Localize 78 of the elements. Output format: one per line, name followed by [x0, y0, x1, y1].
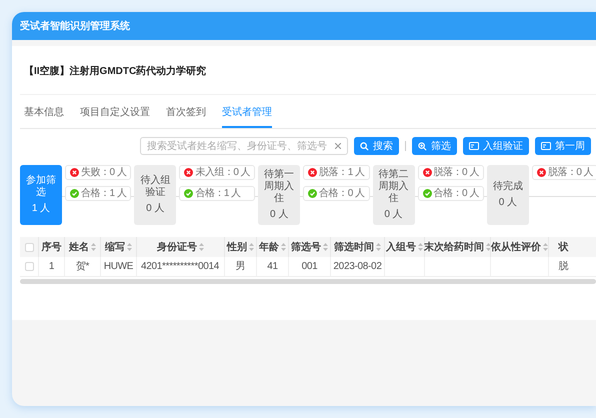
tab[interactable]: 项目自定义设置	[80, 99, 150, 128]
check-circle-icon	[308, 189, 318, 198]
sort-icon[interactable]	[376, 243, 381, 251]
status-pill: 合格：1 人	[65, 186, 132, 201]
x-circle-icon	[308, 168, 318, 177]
stage-card[interactable]: 待入组验证 0 人	[134, 165, 176, 225]
sort-icon[interactable]	[486, 243, 491, 251]
x-circle-icon	[422, 168, 432, 177]
status-pill: 脱落：0 人	[532, 165, 596, 180]
table-cell-text: 脱	[558, 260, 568, 274]
sort-icon[interactable]	[281, 243, 286, 251]
table-cell-text: 2023-08-02	[333, 260, 382, 274]
stage-name: 待完成	[492, 181, 523, 193]
table-cell-text: 男	[236, 260, 246, 274]
checkbox[interactable]	[24, 262, 34, 271]
table-cell-text: 1	[48, 260, 54, 274]
sort-icon[interactable]	[323, 243, 328, 251]
check-circle-icon	[422, 189, 432, 198]
id-card-icon	[541, 142, 551, 150]
stage-count: 0 人	[498, 197, 518, 209]
status-pill: 合格：0 人	[303, 186, 370, 201]
x-circle-icon	[70, 168, 79, 177]
table-cell-text: 001	[302, 260, 318, 274]
sort-icon[interactable]	[418, 243, 423, 251]
check-circle-icon	[184, 189, 194, 198]
stage-card[interactable]: 待第二周期入住 0 人	[372, 165, 415, 225]
stage-name: 参加筛选	[25, 175, 57, 199]
stage-count: 1 人	[32, 203, 50, 215]
app-title: 受试者智能识别管理系统	[20, 20, 130, 34]
column-header[interactable]: 姓名	[69, 240, 89, 254]
table-cell-text: 4201**********0014	[141, 260, 220, 274]
stage-name: 待入组验证	[139, 175, 172, 199]
checkbox[interactable]	[24, 242, 34, 252]
status-pill: 未入组：0 人	[179, 165, 256, 180]
id-card-icon	[469, 142, 479, 150]
column-header[interactable]: 末次给药时间	[424, 240, 484, 254]
column-header[interactable]: 入组号	[386, 240, 416, 254]
stage-count: 0 人	[384, 209, 403, 221]
search-icon	[360, 142, 369, 150]
status-pill: 合格：1 人	[179, 186, 256, 201]
status-pill: 合格：0 人	[418, 186, 484, 201]
stage-count: 0 人	[146, 203, 165, 215]
status-pill: 脱落：1 人	[303, 165, 370, 180]
column-header[interactable]: 性别	[227, 240, 247, 254]
column-header[interactable]: 依从性评价	[491, 240, 541, 254]
status-pill: 失败：0 人	[65, 165, 132, 180]
status-pill: 脱落：0 人	[418, 165, 484, 180]
tab[interactable]: 基本信息	[24, 99, 64, 128]
check-circle-icon	[70, 189, 79, 198]
stage-count: 0 人	[270, 209, 288, 221]
x-circle-icon	[536, 168, 546, 177]
sort-icon[interactable]	[199, 243, 204, 251]
column-header: 状	[558, 240, 568, 254]
column-header: 序号	[42, 240, 62, 254]
tab[interactable]: 受试者管理	[222, 99, 272, 128]
column-header[interactable]: 身份证号	[157, 240, 197, 254]
stage-name: 待第一周期入住	[263, 169, 296, 205]
stage-name: 待第二周期入住	[378, 169, 410, 205]
table-cell-text: 贺*	[76, 260, 90, 274]
sort-icon[interactable]	[127, 243, 132, 251]
sort-icon[interactable]	[543, 243, 548, 251]
zoom-in-icon	[418, 142, 427, 150]
horizontal-scrollbar[interactable]	[20, 279, 596, 284]
stage-card[interactable]: 待第一周期入住 0 人	[258, 165, 300, 225]
tab[interactable]: 首次签到	[166, 99, 206, 128]
column-header[interactable]: 筛选号	[291, 240, 321, 254]
sort-icon[interactable]	[91, 243, 96, 251]
stage-card[interactable]: 待完成 0 人	[486, 165, 529, 225]
column-header[interactable]: 年龄	[259, 240, 279, 254]
project-title: 【II空腹】注射用GMDTC药代动力学研究	[24, 66, 206, 77]
column-header[interactable]: 筛选时间	[334, 240, 374, 254]
table-cell-text: HUWE	[104, 260, 134, 274]
x-circle-icon	[184, 168, 194, 177]
table-cell-text: 41	[267, 260, 278, 274]
column-header[interactable]: 缩写	[105, 240, 125, 254]
close-icon[interactable]	[335, 143, 341, 149]
search-field[interactable]: 搜索受试者姓名缩写、身份证号、筛选号	[140, 137, 348, 155]
sort-icon[interactable]	[249, 243, 254, 251]
